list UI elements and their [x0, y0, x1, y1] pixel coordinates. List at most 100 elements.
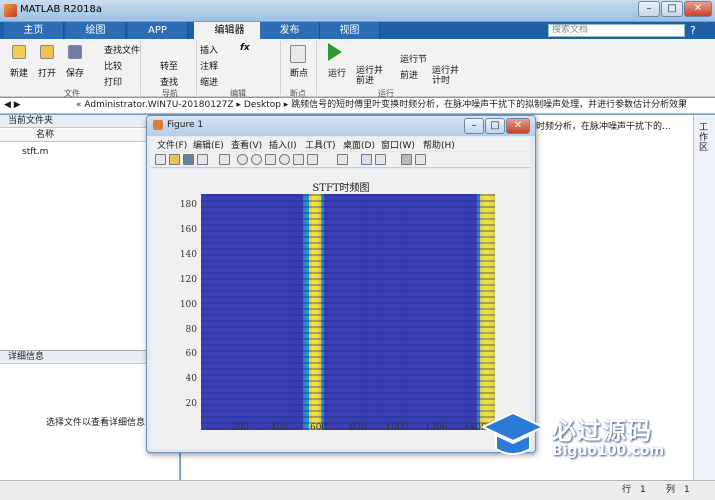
tab-plots[interactable]: 绘图	[66, 22, 126, 39]
open-file-icon[interactable]	[169, 154, 180, 165]
find-files-button[interactable]: 查找文件	[104, 43, 140, 56]
menu-tools[interactable]: 工具(T)	[305, 138, 336, 151]
figure-maximize-button[interactable]: □	[485, 118, 505, 134]
run-advance-button[interactable]: 运行并 前进	[356, 66, 383, 86]
watermark-text: 必过源码	[552, 417, 652, 445]
run-time-button[interactable]: 运行并 计时	[432, 66, 459, 86]
fx-button[interactable]: fx	[240, 43, 250, 53]
heat-column	[399, 194, 403, 430]
file-item-stft[interactable]: stft.m	[22, 147, 48, 157]
heat-column	[480, 194, 484, 430]
command-text-truncated: 时频分析，在脉冲噪声干扰下的...	[536, 122, 671, 132]
pan-icon[interactable]	[265, 154, 276, 165]
figure-close-button[interactable]: ✕	[506, 118, 530, 134]
colorbar-icon[interactable]	[361, 154, 372, 165]
heat-column	[360, 194, 364, 430]
zoom-in-icon[interactable]	[237, 154, 248, 165]
window-title-bar: MATLAB R2018a – □ ✕	[0, 0, 715, 22]
menu-window[interactable]: 窗口(W)	[381, 138, 415, 151]
data-cursor-icon[interactable]	[293, 154, 304, 165]
comment-button[interactable]: 注释	[200, 59, 218, 72]
tab-view[interactable]: 视图	[320, 22, 380, 39]
y-tick-label: 80	[185, 324, 197, 335]
advance-button[interactable]: 前进	[400, 68, 418, 81]
back-icon[interactable]: ◀ ▶	[4, 98, 21, 113]
menu-view[interactable]: 查看(V)	[231, 138, 262, 151]
tab-editor[interactable]: 编辑器	[194, 22, 266, 40]
menu-edit[interactable]: 编辑(E)	[193, 138, 224, 151]
link-plot-icon[interactable]	[337, 154, 348, 165]
heat-column	[240, 194, 244, 430]
tab-publish[interactable]: 发布	[260, 22, 320, 39]
run-button[interactable]: 运行	[328, 66, 346, 79]
heat-column	[237, 194, 241, 430]
heat-column	[396, 194, 400, 430]
menu-help[interactable]: 帮助(H)	[423, 138, 455, 151]
show-tools-icon[interactable]	[415, 154, 426, 165]
y-tick-label: 160	[179, 225, 197, 236]
minimize-button[interactable]: –	[638, 1, 660, 17]
heat-stripe	[201, 194, 495, 196]
save-figure-icon[interactable]	[183, 154, 194, 165]
zoom-out-icon[interactable]	[251, 154, 262, 165]
maximize-button[interactable]: □	[661, 1, 683, 17]
matlab-logo-icon	[4, 4, 17, 17]
heat-column	[432, 194, 436, 430]
print-figure-icon[interactable]	[197, 154, 208, 165]
new-button[interactable]: 新建	[10, 66, 28, 79]
tab-apps[interactable]: APP	[128, 22, 188, 39]
new-figure-icon[interactable]	[155, 154, 166, 165]
heat-stripe	[201, 362, 495, 364]
figure-minimize-button[interactable]: –	[464, 118, 484, 134]
workspace-side-strip[interactable]: 工作区	[693, 115, 715, 480]
heat-column	[354, 194, 358, 430]
heat-column	[441, 194, 445, 430]
indent-button[interactable]: 缩进	[200, 75, 218, 88]
spectrogram-axes[interactable]	[201, 194, 495, 430]
menu-desktop[interactable]: 桌面(D)	[343, 138, 375, 151]
tab-home[interactable]: 主页	[4, 22, 64, 39]
heat-column	[474, 194, 478, 430]
heat-column	[351, 194, 355, 430]
heat-stripe	[201, 206, 495, 208]
compare-button[interactable]: 比较	[104, 59, 122, 72]
breakpoints-button[interactable]: 断点	[290, 66, 308, 79]
breadcrumb[interactable]: « Administrator.WIN7U-20180127Z ▸ Deskto…	[76, 98, 686, 113]
heat-column	[483, 194, 487, 430]
hide-tools-icon[interactable]	[401, 154, 412, 165]
print-button[interactable]: 打印	[104, 75, 122, 88]
brush-icon[interactable]	[307, 154, 318, 165]
menu-insert[interactable]: 插入(I)	[269, 138, 297, 151]
y-tick-label: 20	[185, 399, 197, 410]
heat-column	[414, 194, 418, 430]
divider	[196, 41, 197, 95]
heat-stripe	[201, 410, 495, 412]
insert-button[interactable]: 插入	[200, 43, 218, 56]
heat-stripe	[201, 224, 495, 226]
heat-column	[303, 194, 307, 430]
run-section-button[interactable]: 运行节	[400, 52, 427, 65]
new-icon	[12, 45, 26, 59]
heat-stripe	[201, 200, 495, 202]
heat-column	[393, 194, 397, 430]
help-icon[interactable]: ?	[690, 24, 696, 37]
legend-icon[interactable]	[375, 154, 386, 165]
save-button[interactable]: 保存	[66, 66, 84, 79]
pointer-icon[interactable]	[219, 154, 230, 165]
search-docs-input[interactable]: 搜索文档	[548, 24, 685, 37]
menu-file[interactable]: 文件(F)	[157, 138, 187, 151]
close-button[interactable]: ✕	[684, 1, 712, 17]
goto-button[interactable]: 转至	[160, 59, 178, 72]
x-tick-label: 600	[310, 423, 328, 433]
address-bar[interactable]: ◀ ▶ « Administrator.WIN7U-20180127Z ▸ De…	[0, 98, 715, 114]
heat-column	[486, 194, 490, 430]
heat-stripe	[201, 416, 495, 418]
heat-stripe	[201, 236, 495, 238]
open-button[interactable]: 打开	[38, 66, 56, 79]
heat-stripe	[201, 260, 495, 262]
rotate-icon[interactable]	[279, 154, 290, 165]
heat-column	[294, 194, 298, 430]
find-button[interactable]: 查找	[160, 75, 178, 88]
figure-window[interactable]: Figure 1 – □ ✕ 文件(F) 编辑(E) 查看(V) 插入(I) 工…	[146, 115, 536, 453]
heat-column	[306, 194, 310, 430]
